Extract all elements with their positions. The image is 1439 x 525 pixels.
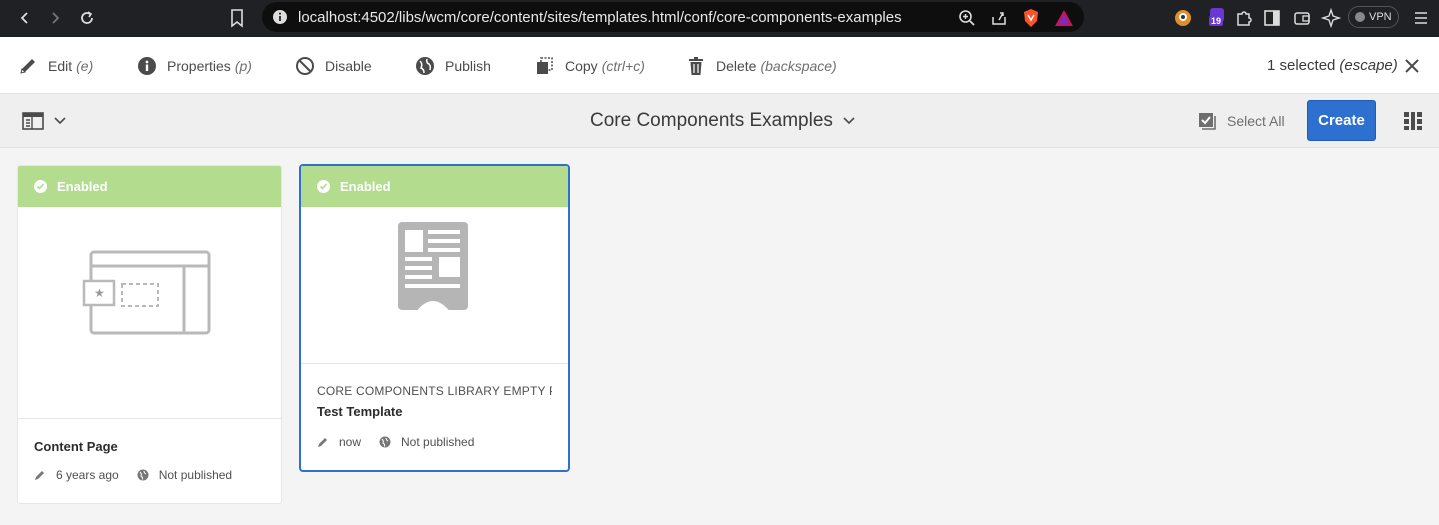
status-label: Enabled <box>340 179 391 194</box>
template-layout-icon: ★ <box>82 250 211 335</box>
edit-button[interactable]: Edit (e) <box>18 55 93 77</box>
card-info-row: 6 years ago Not published <box>34 468 265 482</box>
publish-status: Not published <box>158 468 233 482</box>
publish-label: Publish <box>445 58 491 74</box>
copy-icon <box>535 56 555 76</box>
vpn-label: VPN <box>1369 11 1392 23</box>
site-info-icon[interactable] <box>272 9 288 25</box>
reload-icon <box>81 11 93 24</box>
chevron-down-icon <box>54 117 66 125</box>
edit-shortcut: (e) <box>76 58 94 74</box>
card-info-row: now Not published <box>317 435 552 449</box>
forward-button[interactable] <box>40 3 70 33</box>
card-meta: Content Page 6 years ago Not published <box>18 419 281 498</box>
globe-icon <box>379 436 391 448</box>
title-bar: Core Components Examples Select All Crea… <box>0 94 1439 148</box>
svg-text:★: ★ <box>94 286 105 300</box>
card-view-icon[interactable] <box>1404 112 1422 130</box>
select-all-button[interactable]: Select All <box>1197 111 1285 131</box>
properties-shortcut: (p) <box>234 58 252 74</box>
copy-button[interactable]: Copy (ctrl+c) <box>535 55 645 77</box>
vpn-button[interactable]: VPN <box>1348 6 1399 28</box>
select-all-icon <box>1199 113 1216 130</box>
close-selection-icon[interactable] <box>1404 58 1420 74</box>
leo-ai-icon[interactable] <box>1321 8 1341 28</box>
create-button[interactable]: Create <box>1307 100 1376 141</box>
menu-icon[interactable] <box>1411 8 1431 28</box>
modified-time: 6 years ago <box>56 468 119 482</box>
rail-toggle-button[interactable] <box>22 112 66 130</box>
chevron-down-icon <box>843 117 855 125</box>
brave-shield-icon[interactable] <box>1022 8 1040 28</box>
share-icon[interactable] <box>990 9 1008 27</box>
pencil-icon <box>35 471 44 480</box>
chevron-left-icon <box>20 12 28 24</box>
disable-icon <box>295 56 315 76</box>
check-circle-icon <box>34 180 47 193</box>
card-title: Content Page <box>34 439 118 454</box>
notification-extension[interactable]: 19 <box>1206 8 1228 28</box>
publish-button[interactable]: Publish <box>415 55 491 77</box>
chevron-right-icon <box>52 12 60 24</box>
page-document-icon <box>398 222 468 313</box>
address-bar[interactable]: localhost:4502/libs/wcm/core/content/sit… <box>262 2 1084 32</box>
template-card-test-template[interactable]: Enabled CORE COMPONENTS LIBRARY EMPTY P.… <box>299 164 570 472</box>
back-button[interactable] <box>10 3 40 33</box>
browser-toolbar: localhost:4502/libs/wcm/core/content/sit… <box>0 0 1439 37</box>
brave-rewards-icon[interactable] <box>1054 9 1074 27</box>
publish-status: Not published <box>401 435 475 449</box>
copy-label: Copy <box>565 58 598 74</box>
sidebar-icon[interactable] <box>1262 8 1282 28</box>
selection-label: 1 selected <box>1267 57 1336 74</box>
select-all-label: Select All <box>1227 113 1285 129</box>
url-text: localhost:4502/libs/wcm/core/content/sit… <box>298 8 902 26</box>
rail-panel-icon <box>22 112 44 130</box>
card-title: Test Template <box>317 404 403 419</box>
vpn-status-icon <box>1355 12 1365 22</box>
pencil-icon <box>18 56 38 76</box>
properties-label: Properties <box>167 58 231 74</box>
check-circle-icon <box>317 180 330 193</box>
pencil-icon <box>318 438 327 447</box>
status-label: Enabled <box>57 179 108 194</box>
template-thumbnail: ★ <box>18 207 281 419</box>
reload-button[interactable] <box>72 3 102 33</box>
selection-count: 1 selected (escape) <box>1267 57 1398 74</box>
page-title[interactable]: Core Components Examples <box>590 110 855 132</box>
modified-time: now <box>339 435 362 449</box>
wallet-extension-icon[interactable] <box>1173 8 1193 28</box>
wallet-icon[interactable] <box>1292 8 1312 28</box>
template-thumbnail <box>301 207 568 364</box>
info-icon <box>137 56 157 76</box>
action-bar: Edit (e) Properties (p) Disable Publish … <box>0 37 1439 94</box>
zoom-icon[interactable] <box>958 9 976 27</box>
trash-icon <box>686 56 706 76</box>
bookmark-icon[interactable] <box>228 8 246 28</box>
puzzle-extensions-icon[interactable] <box>1234 8 1254 28</box>
selection-shortcut: (escape) <box>1339 57 1398 74</box>
status-bar: Enabled <box>301 166 568 207</box>
template-card-content-page[interactable]: Enabled ★ Content Page 6 years ago Not p… <box>17 165 282 504</box>
page-title-text: Core Components Examples <box>590 110 833 131</box>
delete-shortcut: (backspace) <box>760 58 837 74</box>
properties-button[interactable]: Properties (p) <box>137 55 252 77</box>
delete-label: Delete <box>716 58 757 74</box>
edit-label: Edit <box>48 58 73 74</box>
delete-button[interactable]: Delete (backspace) <box>686 55 837 77</box>
disable-button[interactable]: Disable <box>295 55 372 77</box>
globe-icon <box>415 56 435 76</box>
globe-icon <box>137 469 149 481</box>
card-meta: CORE COMPONENTS LIBRARY EMPTY P... Test … <box>301 364 568 465</box>
notification-badge: 19 <box>1209 16 1224 26</box>
status-bar: Enabled <box>18 166 281 207</box>
card-subtitle: CORE COMPONENTS LIBRARY EMPTY P... <box>317 384 552 398</box>
copy-shortcut: (ctrl+c) <box>601 58 645 74</box>
disable-label: Disable <box>325 58 372 74</box>
